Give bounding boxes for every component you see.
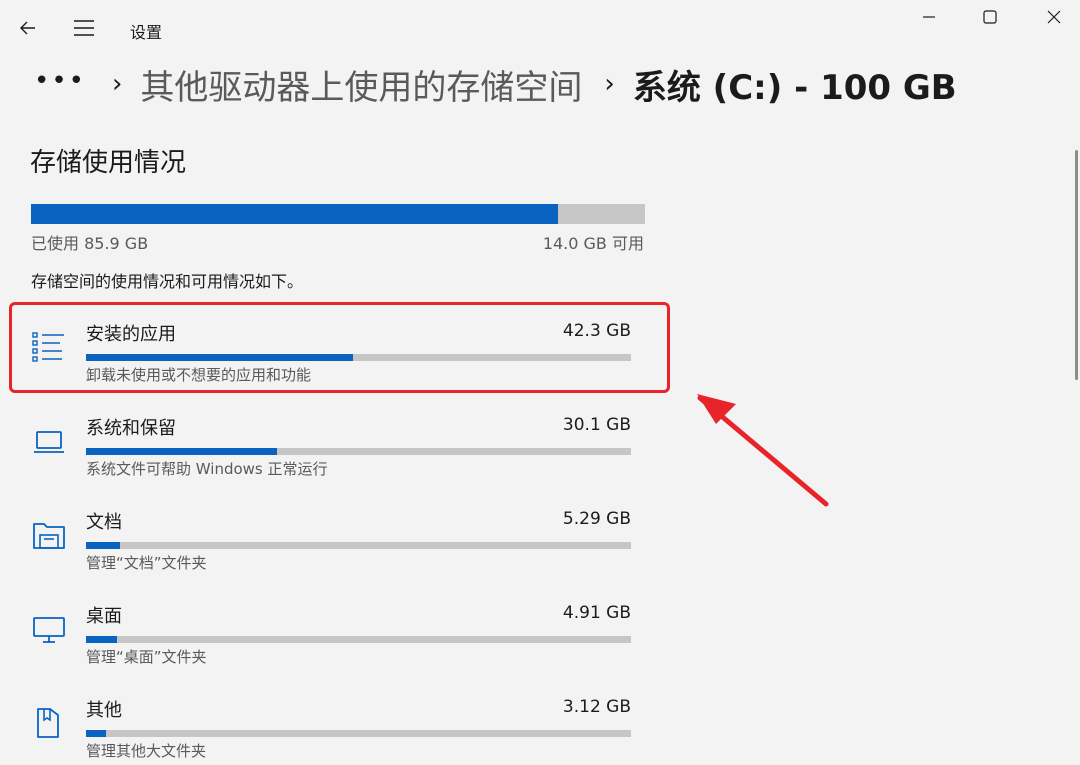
storage-description: 存储空间的使用情况和可用情况如下。 xyxy=(31,272,304,291)
maximize-button[interactable] xyxy=(966,0,1014,34)
category-system-reserved[interactable]: 系统和保留 30.1 GB 系统文件可帮助 Windows 正常运行 xyxy=(20,404,660,488)
breadcrumb-item-other-drives[interactable]: 其他驱动器上使用的存储空间 xyxy=(140,60,582,109)
category-description: 管理“文档”文件夹 xyxy=(86,554,207,572)
category-other[interactable]: 其他 3.12 GB 管理其他大文件夹 xyxy=(20,686,660,765)
other-folder-icon xyxy=(32,706,66,740)
category-name: 其他 xyxy=(86,700,122,721)
category-name: 桌面 xyxy=(86,606,122,627)
documents-folder-icon xyxy=(32,518,66,552)
back-arrow-icon xyxy=(20,21,35,35)
breadcrumb: ••• › 其他驱动器上使用的存储空间 › 系统 (C:) - 100 GB xyxy=(34,56,957,112)
free-space-label: 14.0 GB 可用 xyxy=(542,234,644,253)
annotation-highlight-box xyxy=(9,302,670,393)
category-name: 系统和保留 xyxy=(86,418,176,439)
title-bar: 设置 xyxy=(0,0,1080,56)
breadcrumb-more-button[interactable]: ••• xyxy=(34,66,86,96)
category-size: 3.12 GB xyxy=(562,697,631,717)
breadcrumb-current: 系统 (C:) - 100 GB xyxy=(632,67,957,108)
storage-usage-bar xyxy=(31,204,645,224)
app-title: 设置 xyxy=(130,23,163,42)
category-size: 5.29 GB xyxy=(562,509,631,529)
laptop-icon xyxy=(32,424,66,458)
maximize-icon xyxy=(983,10,997,24)
category-usage-fill xyxy=(86,542,120,549)
category-size: 4.91 GB xyxy=(562,603,631,623)
navigation-menu-button[interactable] xyxy=(66,12,102,44)
monitor-icon xyxy=(32,612,66,646)
category-usage-bar xyxy=(86,448,631,455)
category-documents[interactable]: 文档 5.29 GB 管理“文档”文件夹 xyxy=(20,498,660,582)
category-name: 文档 xyxy=(86,512,122,533)
storage-usage-fill xyxy=(31,204,559,224)
category-usage-bar xyxy=(86,542,631,549)
category-description: 管理“桌面”文件夹 xyxy=(86,648,207,666)
minimize-button[interactable] xyxy=(905,0,953,34)
chevron-right-icon: › xyxy=(604,69,615,99)
close-icon xyxy=(1047,10,1061,24)
category-usage-fill xyxy=(86,636,118,643)
category-usage-fill xyxy=(86,730,106,737)
category-size: 30.1 GB xyxy=(562,415,631,435)
used-space-label: 已使用 85.9 GB xyxy=(31,234,149,253)
close-button[interactable] xyxy=(1030,0,1078,34)
category-usage-fill xyxy=(86,448,277,455)
hamburger-menu-icon xyxy=(74,20,94,36)
back-button[interactable] xyxy=(12,12,44,44)
category-usage-bar xyxy=(86,636,631,643)
chevron-right-icon: › xyxy=(112,69,123,99)
category-desktop[interactable]: 桌面 4.91 GB 管理“桌面”文件夹 xyxy=(20,592,660,676)
vertical-scrollbar[interactable] xyxy=(1075,150,1078,380)
minimize-icon xyxy=(923,16,935,18)
page-section-title: 存储使用情况 xyxy=(30,148,187,178)
category-description: 系统文件可帮助 Windows 正常运行 xyxy=(86,460,328,478)
category-description: 管理其他大文件夹 xyxy=(86,742,207,760)
category-usage-bar xyxy=(86,730,631,737)
